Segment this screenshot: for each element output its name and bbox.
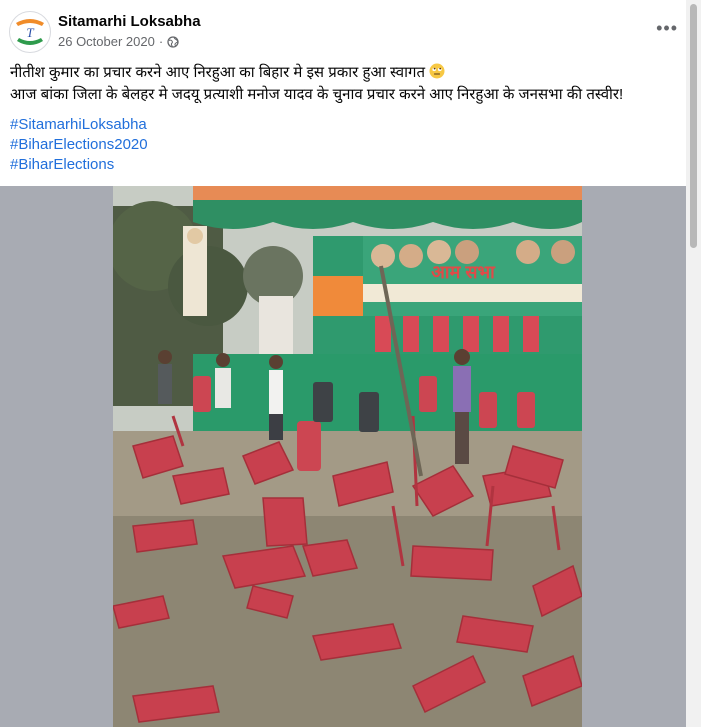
congress-logo-icon: T	[11, 13, 49, 51]
facebook-post: T Sitamarhi Loksabha 26 October 2020 · •…	[0, 0, 686, 727]
meta-separator: ·	[158, 34, 164, 49]
hashtag-link[interactable]: #BiharElections	[10, 155, 148, 175]
post-media-area: आम सभा	[0, 186, 686, 727]
svg-text:T: T	[26, 25, 34, 40]
hashtag-link[interactable]: #BiharElections2020	[10, 135, 148, 155]
post-text: नीतीश कुमार का प्रचार करने आए निरहुआ का …	[10, 62, 680, 106]
scrollbar-thumb[interactable]	[690, 4, 697, 248]
post-text-line-1-content: नीतीश कुमार का प्रचार करने आए निरहुआ का …	[10, 64, 426, 81]
globe-icon[interactable]	[167, 35, 179, 48]
post-photo[interactable]: आम सभा	[113, 186, 582, 727]
page-avatar[interactable]: T	[9, 11, 51, 53]
banner-text: आम सभा	[431, 262, 496, 282]
post-text-line-1: नीतीश कुमार का प्रचार करने आए निरहुआ का …	[10, 62, 680, 84]
post-meta: 26 October 2020 ·	[58, 34, 179, 49]
post-date[interactable]: 26 October 2020	[58, 34, 155, 49]
hashtag-list: #SitamarhiLoksabha #BiharElections2020 #…	[10, 115, 148, 175]
page-scrollbar[interactable]	[686, 0, 701, 727]
hashtag-link[interactable]: #SitamarhiLoksabha	[10, 115, 148, 135]
post-header: T Sitamarhi Loksabha 26 October 2020 · •…	[0, 0, 686, 60]
rally-ground-photo: आम सभा	[113, 186, 582, 727]
eye-roll-emoji-icon	[429, 63, 445, 79]
more-options-icon[interactable]: •••	[656, 18, 678, 39]
page-name[interactable]: Sitamarhi Loksabha	[58, 13, 201, 30]
post-text-line-2: आज बांका जिला के बेलहर मे जदयू प्रत्याशी…	[10, 86, 624, 103]
